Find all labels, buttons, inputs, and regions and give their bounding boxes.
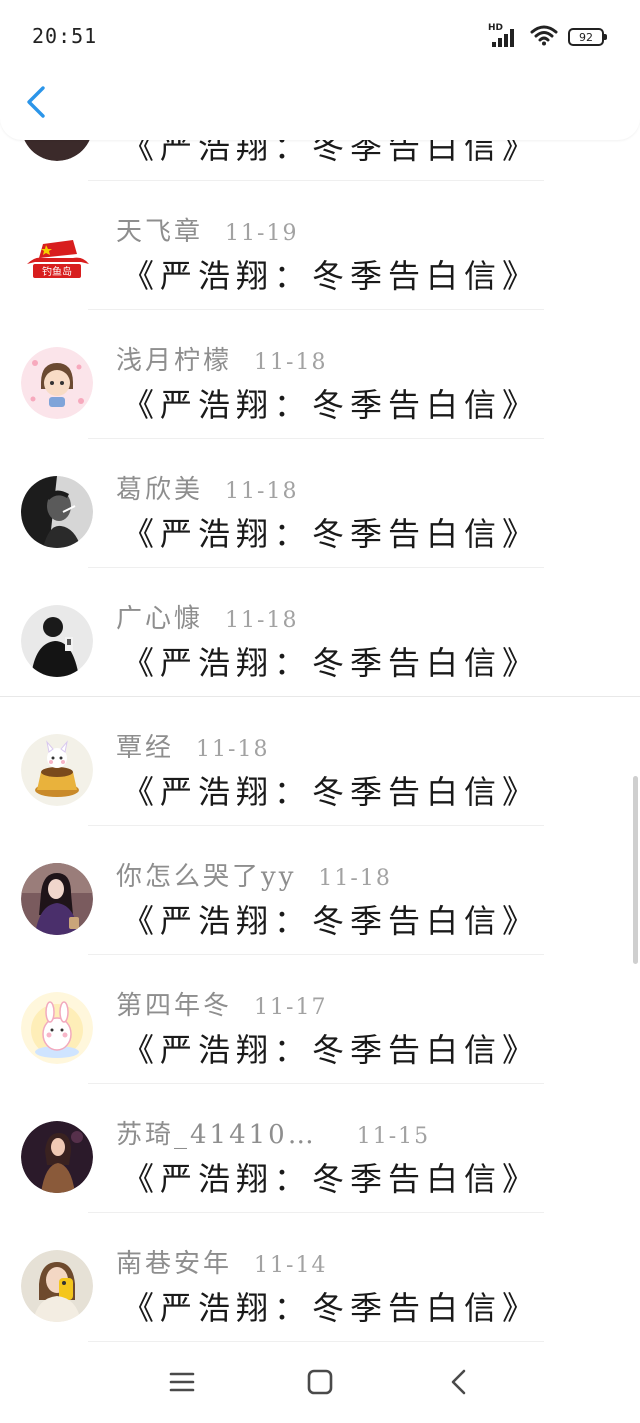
comment-text: 《严浩翔：冬季告白信》 [122, 1031, 541, 1069]
scrollbar[interactable] [633, 776, 638, 964]
back-triangle-icon [449, 1369, 467, 1399]
comment-date: 11-17 [254, 995, 328, 1020]
avatar[interactable] [21, 1121, 93, 1193]
username[interactable]: 浅月柠檬 [116, 340, 232, 377]
comment-date: 11-19 [225, 221, 299, 246]
status-time: 20:51 [32, 24, 98, 48]
comment-date: 11-15 [356, 1124, 431, 1149]
comment-date: 11-18 [196, 737, 270, 762]
comment-text: 《严浩翔：冬季告白信》 [122, 1289, 541, 1327]
divider [88, 1341, 544, 1342]
comment-text: 《严浩翔：冬季告白信》 [122, 515, 541, 553]
divider [0, 696, 640, 697]
list-item[interactable]: 南巷安年 11-14 《严浩翔：冬季告白信》 [0, 1213, 640, 1342]
list-item[interactable]: 你怎么哭了yy 11-18 《严浩翔：冬季告白信》 [0, 826, 640, 955]
comment-text: 《严浩翔：冬季告白信》 [122, 257, 541, 295]
recent-apps-button[interactable] [157, 1359, 207, 1409]
comment-date: 11-18 [225, 479, 299, 504]
comment-text: 《严浩翔：冬季告白信》 [122, 386, 541, 424]
list-item[interactable]: 苏琦_41410… 11-15 《严浩翔：冬季告白信》 [0, 1084, 640, 1213]
list-item[interactable]: 第四年冬 11-17 《严浩翔：冬季告白信》 [0, 955, 640, 1084]
avatar[interactable] [21, 863, 93, 935]
username[interactable]: 南巷安年 [116, 1243, 232, 1280]
system-nav-bar [0, 1345, 640, 1423]
comment-date: 11-18 [254, 350, 328, 375]
wifi-icon [530, 24, 558, 50]
status-icons: HD 92 [488, 23, 607, 50]
avatar[interactable] [21, 992, 93, 1064]
svg-text:钓鱼岛: 钓鱼岛 [42, 265, 72, 278]
comment-text: 《严浩翔：冬季告白信》 [122, 902, 541, 940]
username[interactable]: 覃经 [116, 727, 174, 764]
avatar[interactable] [21, 605, 93, 677]
username[interactable]: 广心慷 [116, 598, 203, 635]
battery-icon: 92 [568, 28, 607, 46]
comment-date: 11-18 [225, 608, 299, 633]
username[interactable]: 苏琦_41410… [116, 1114, 317, 1151]
avatar[interactable] [21, 476, 93, 548]
home-square-icon [307, 1369, 333, 1399]
screen: 《严浩翔：冬季告白信》 钓鱼岛 天飞章 11-19 《严浩翔：冬季告白信》 浅月… [0, 0, 640, 1423]
list-item[interactable]: 广心慷 11-18 《严浩翔：冬季告白信》 [0, 568, 640, 697]
username[interactable]: 第四年冬 [116, 985, 232, 1022]
comment-text: 《严浩翔：冬季告白信》 [122, 773, 541, 811]
comment-text: 《严浩翔：冬季告白信》 [122, 1160, 541, 1198]
battery-level: 92 [579, 30, 593, 44]
list-item[interactable]: 钓鱼岛 天飞章 11-19 《严浩翔：冬季告白信》 [0, 181, 640, 310]
home-button[interactable] [295, 1359, 345, 1409]
avatar[interactable] [21, 347, 93, 419]
list-item[interactable]: 浅月柠檬 11-18 《严浩翔：冬季告白信》 [0, 310, 640, 439]
list-item[interactable]: 覃经 11-18 《严浩翔：冬季告白信》 [0, 697, 640, 826]
system-back-button[interactable] [433, 1359, 483, 1409]
avatar[interactable]: 钓鱼岛 [21, 218, 93, 290]
chevron-left-icon [25, 85, 47, 123]
comment-date: 11-14 [254, 1253, 328, 1278]
comment-text: 《严浩翔：冬季告白信》 [122, 644, 541, 682]
avatar[interactable] [21, 1250, 93, 1322]
username[interactable]: 你怎么哭了yy [116, 856, 296, 893]
username[interactable]: 葛欣美 [116, 469, 203, 506]
avatar[interactable] [21, 734, 93, 806]
comment-list[interactable]: 《严浩翔：冬季告白信》 钓鱼岛 天飞章 11-19 《严浩翔：冬季告白信》 浅月… [0, 52, 640, 1342]
list-item[interactable]: 葛欣美 11-18 《严浩翔：冬季告白信》 [0, 439, 640, 568]
username[interactable]: 天飞章 [116, 211, 203, 248]
signal-icon: HD [488, 23, 520, 49]
back-button[interactable] [16, 84, 56, 124]
menu-icon [169, 1371, 195, 1397]
header: 20:51 HD 92 [0, 0, 640, 140]
comment-date: 11-18 [318, 866, 392, 891]
